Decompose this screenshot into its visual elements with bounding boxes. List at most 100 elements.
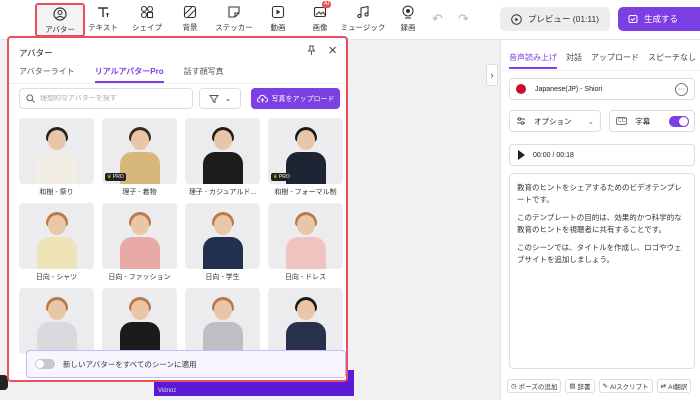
tool-image[interactable]: AI 画像 [306, 1, 334, 37]
script-tools: ◷ ポーズの追加 ▤ 辞書 ✎ AIスクリプト ⇄ AI翻訳 [507, 379, 692, 393]
crown-icon: ♛ [273, 174, 278, 180]
avatar-name: 日向 - ファッション [108, 274, 171, 281]
sticker-icon [227, 3, 241, 21]
ai-badge: AI [322, 1, 331, 8]
translate-icon: ⇄ [660, 383, 667, 390]
avatar-card[interactable]: 日向 - シャツ [19, 203, 94, 282]
pin-icon[interactable] [307, 45, 316, 58]
voice-tabs: 音声読み上げ 対話 アップロード スピーチなし [509, 52, 696, 69]
avatar-card[interactable] [185, 288, 260, 354]
avatar-card[interactable] [268, 288, 343, 354]
avatar-panel: アバター ✕ アバターライト リアルアバターPro 話す顔写真 ⌄ 写真をアップ… [7, 36, 348, 382]
play-circle-icon [511, 13, 522, 25]
more-icon[interactable]: ··· [675, 83, 688, 96]
ai-script-button[interactable]: ✎ AIスクリプト [598, 379, 653, 393]
panel-title: アバター [19, 48, 53, 58]
redo-icon[interactable]: ↷ [458, 11, 469, 27]
tool-video[interactable]: 動画 [264, 3, 292, 37]
tab-avatar-lite[interactable]: アバターライト [19, 66, 75, 83]
tool-text[interactable]: テキスト [88, 3, 118, 37]
top-toolbar: アバター テキスト シェイプ 背景 ステッカー 動画 AI 画像 ミュージック [0, 0, 700, 40]
tool-record[interactable]: 録画 [394, 3, 422, 37]
cc-icon: CC [616, 117, 628, 125]
avatar-name: 日向 - シャツ [35, 274, 78, 281]
upload-photo-button[interactable]: 写真をアップロード [251, 88, 340, 109]
avatar-name: 理子 - 着物 [122, 189, 157, 196]
avatar-card[interactable]: ♛ PRO 和樹 - フォーマル制 [268, 118, 343, 197]
tool-label: 背景 [182, 23, 198, 32]
preview-button[interactable]: プレビュー (01:11) [500, 7, 610, 31]
tab-upload[interactable]: アップロード [591, 52, 639, 69]
search-input[interactable] [40, 95, 180, 102]
video-icon [271, 3, 285, 21]
avatar-name: 和樹 - 祭り [39, 189, 74, 196]
avatar-thumbnail [185, 203, 260, 269]
close-icon[interactable]: ✕ [328, 44, 337, 57]
japan-flag-icon [516, 84, 526, 94]
options-dropdown[interactable]: オプション ⌄ [509, 110, 601, 132]
tool-label: ステッカー [215, 23, 253, 32]
dictionary-button[interactable]: ▤ 辞書 [565, 379, 595, 393]
search-icon [26, 94, 35, 103]
avatar-card[interactable]: 日向 - 学生 [185, 203, 260, 282]
tab-text-to-speech[interactable]: 音声読み上げ [509, 52, 557, 69]
subtitles-control: CC 字幕 [609, 110, 695, 132]
tool-avatar[interactable]: アバター [35, 3, 85, 37]
tab-dialogue[interactable]: 対話 [566, 52, 582, 69]
avatar-thumbnail [185, 118, 260, 184]
filter-icon [208, 94, 219, 103]
image-icon: AI [313, 1, 331, 21]
script-editor[interactable]: 教育のヒントをシェアするためのビデオテンプレートです。 このテンプレートの目的は… [509, 173, 695, 369]
text-icon [96, 3, 110, 21]
avatar-card[interactable]: ♛ PRO 理子 - 着物 [102, 118, 177, 197]
avatar-grid: 和樹 - 祭り ♛ PRO 理子 - 着物 理子 - カジュアルド... ♛ P… [19, 118, 344, 380]
record-icon [401, 3, 415, 21]
tool-music[interactable]: ミュージック [340, 3, 386, 37]
book-icon: ▤ [569, 383, 576, 390]
tool-sticker[interactable]: ステッカー [212, 3, 256, 37]
tool-background[interactable]: 背景 [176, 3, 204, 37]
tool-label: シェイプ [132, 23, 162, 32]
avatar-card[interactable] [102, 288, 177, 354]
tool-label: 録画 [400, 23, 416, 32]
avatar-thumbnail: ♛ PRO [268, 118, 343, 184]
tool-label: 画像 [312, 23, 328, 32]
filter-dropdown[interactable]: ⌄ [199, 88, 241, 109]
avatar-thumbnail [268, 203, 343, 269]
play-icon[interactable] [518, 150, 525, 160]
chevron-down-icon: ⌄ [224, 94, 232, 103]
voice-selector[interactable]: Japanese(JP) - Shiori ··· [509, 78, 695, 100]
add-pause-button[interactable]: ◷ ポーズの追加 [507, 379, 562, 393]
ai-translate-button[interactable]: ⇄ AI翻訳 [656, 379, 692, 393]
search-box [19, 88, 193, 109]
avatar-name: 理子 - カジュアルド... [188, 189, 257, 196]
avatar-icon [53, 5, 67, 23]
avatar-card[interactable] [19, 288, 94, 354]
upload-label: 写真をアップロード [271, 95, 335, 103]
avatar-card[interactable]: 日向 - ファッション [102, 203, 177, 282]
tool-shape[interactable]: シェイプ [130, 3, 164, 37]
subtitles-toggle[interactable] [669, 116, 689, 127]
tab-talking-photo[interactable]: 話す顔写真 [184, 66, 224, 83]
clock-icon: ◷ [511, 383, 517, 390]
avatar-thumbnail [19, 203, 94, 269]
tool-label: ミュージック [340, 23, 386, 32]
app-root: アバター テキスト シェイプ 背景 ステッカー 動画 AI 画像 ミュージック [0, 0, 700, 400]
toggle-switch[interactable] [35, 359, 55, 369]
apply-all-scenes-toggle[interactable]: 新しいアバターをすべてのシーンに適用 [26, 350, 346, 378]
tab-no-speech[interactable]: スピーチなし [648, 52, 696, 69]
generate-button[interactable]: 生成する [618, 7, 700, 31]
subtitles-label: 字幕 [635, 116, 651, 126]
chevron-right-icon[interactable]: › [486, 64, 498, 86]
tab-real-avatar-pro[interactable]: リアルアバターPro [94, 66, 164, 83]
avatar-card[interactable]: 理子 - カジュアルド... [185, 118, 260, 197]
time-readout: 00:00 / 00:18 [533, 151, 574, 159]
divider [9, 83, 346, 84]
avatar-name: 日向 - ドレス [284, 274, 327, 281]
tool-label: 動画 [270, 23, 286, 32]
undo-icon[interactable]: ↶ [432, 11, 443, 27]
audio-player: 00:00 / 00:18 [509, 144, 695, 166]
avatar-card[interactable]: 日向 - ドレス [268, 203, 343, 282]
avatar-tabs: アバターライト リアルアバターPro 話す顔写真 [19, 66, 224, 83]
avatar-card[interactable]: 和樹 - 祭り [19, 118, 94, 197]
